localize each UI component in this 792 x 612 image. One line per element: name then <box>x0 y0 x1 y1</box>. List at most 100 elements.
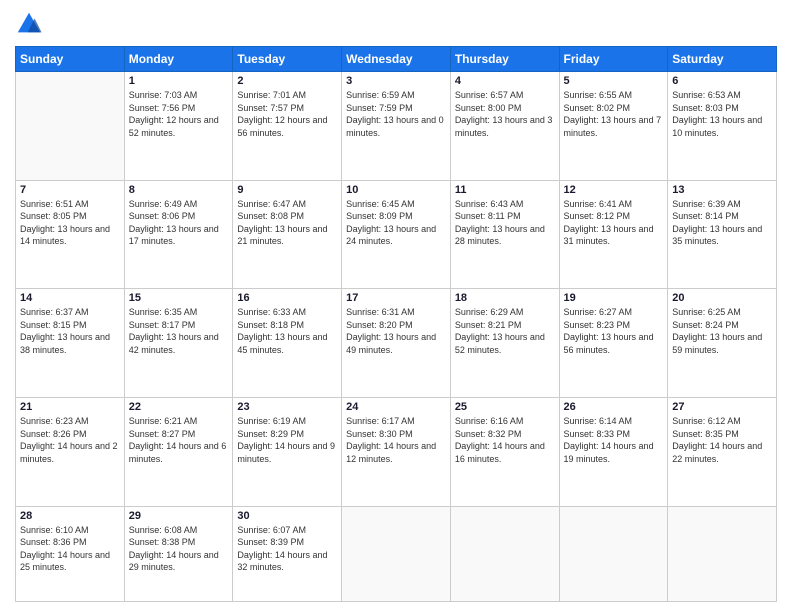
sunset-text: Sunset: 8:30 PM <box>346 429 413 439</box>
calendar-week-4: 21 Sunrise: 6:23 AMSunset: 8:26 PMDayligh… <box>16 397 777 506</box>
day-number: 17 <box>346 292 446 304</box>
sunset-text: Sunset: 8:33 PM <box>564 429 631 439</box>
sunrise-text: Sunrise: 6:45 AM <box>346 199 415 209</box>
sunrise-text: Sunrise: 6:07 AM <box>237 525 306 535</box>
cell-content: Sunrise: 6:10 AMSunset: 8:36 PMDaylight:… <box>20 524 120 574</box>
cell-content: Sunrise: 6:25 AMSunset: 8:24 PMDaylight:… <box>672 306 772 356</box>
sunset-text: Sunset: 8:09 PM <box>346 211 413 221</box>
sunset-text: Sunset: 8:32 PM <box>455 429 522 439</box>
sunrise-text: Sunrise: 6:57 AM <box>455 90 524 100</box>
sunset-text: Sunset: 8:08 PM <box>237 211 304 221</box>
sunset-text: Sunset: 8:24 PM <box>672 320 739 330</box>
day-header-saturday: Saturday <box>668 47 777 72</box>
sunset-text: Sunset: 8:29 PM <box>237 429 304 439</box>
daylight-text: Daylight: 13 hours and 14 minutes. <box>20 224 110 247</box>
calendar-week-2: 7Sunrise: 6:51 AMSunset: 8:05 PMDaylight… <box>16 180 777 289</box>
day-header-wednesday: Wednesday <box>342 47 451 72</box>
day-number: 20 <box>672 292 772 304</box>
day-number: 14 <box>20 292 120 304</box>
sunrise-text: Sunrise: 6:27 AM <box>564 307 633 317</box>
cell-content: Sunrise: 6:47 AMSunset: 8:08 PMDaylight:… <box>237 198 337 248</box>
header <box>15 10 777 38</box>
day-number: 25 <box>455 401 555 413</box>
cell-content: Sunrise: 6:59 AMSunset: 7:59 PMDaylight:… <box>346 89 446 139</box>
cell-content: Sunrise: 6:29 AMSunset: 8:21 PMDaylight:… <box>455 306 555 356</box>
daylight-text: Daylight: 14 hours and 16 minutes. <box>455 441 545 464</box>
sunrise-text: Sunrise: 6:16 AM <box>455 416 524 426</box>
cell-content: Sunrise: 6:23 AMSunset: 8:26 PMDaylight:… <box>20 415 120 465</box>
sunrise-text: Sunrise: 6:31 AM <box>346 307 415 317</box>
cell-content: Sunrise: 6:53 AMSunset: 8:03 PMDaylight:… <box>672 89 772 139</box>
day-number: 18 <box>455 292 555 304</box>
daylight-text: Daylight: 13 hours and 42 minutes. <box>129 332 219 355</box>
sunset-text: Sunset: 8:12 PM <box>564 211 631 221</box>
daylight-text: Daylight: 14 hours and 6 minutes. <box>129 441 227 464</box>
sunset-text: Sunset: 8:39 PM <box>237 537 304 547</box>
calendar-cell: 1Sunrise: 7:03 AMSunset: 7:56 PMDaylight… <box>124 72 233 181</box>
calendar-cell: 13Sunrise: 6:39 AMSunset: 8:14 PMDayligh… <box>668 180 777 289</box>
day-number: 21 <box>20 401 120 413</box>
sunset-text: Sunset: 8:02 PM <box>564 103 631 113</box>
calendar-cell: 3 Sunrise: 6:59 AMSunset: 7:59 PMDaylight… <box>342 72 451 181</box>
cell-content: Sunrise: 7:01 AMSunset: 7:57 PMDaylight:… <box>237 89 337 139</box>
day-header-tuesday: Tuesday <box>233 47 342 72</box>
cell-content: Sunrise: 6:55 AMSunset: 8:02 PMDaylight:… <box>564 89 664 139</box>
cell-content: Sunrise: 6:39 AMSunset: 8:14 PMDaylight:… <box>672 198 772 248</box>
cell-content: Sunrise: 6:31 AMSunset: 8:20 PMDaylight:… <box>346 306 446 356</box>
day-header-thursday: Thursday <box>450 47 559 72</box>
calendar-cell: 22Sunrise: 6:21 AMSunset: 8:27 PMDayligh… <box>124 397 233 506</box>
calendar-cell <box>450 506 559 601</box>
calendar-cell: 6Sunrise: 6:53 AMSunset: 8:03 PMDaylight… <box>668 72 777 181</box>
sunrise-text: Sunrise: 6:33 AM <box>237 307 306 317</box>
cell-content: Sunrise: 7:03 AMSunset: 7:56 PMDaylight:… <box>129 89 229 139</box>
day-number: 26 <box>564 401 664 413</box>
sunset-text: Sunset: 8:38 PM <box>129 537 196 547</box>
sunset-text: Sunset: 8:21 PM <box>455 320 522 330</box>
cell-content: Sunrise: 6:45 AM Sunset: 8:09 PM Daylight:… <box>346 198 446 248</box>
calendar-cell: 29Sunrise: 6:08 AMSunset: 8:38 PMDayligh… <box>124 506 233 601</box>
calendar-cell: 10Sunrise: 6:45 AMSunset: 8:09 PMDayligh… <box>342 180 451 289</box>
sunset-text: Sunset: 8:06 PM <box>129 211 196 221</box>
day-number: 7 <box>20 184 120 196</box>
sunset-text: Sunset: 8:23 PM <box>564 320 631 330</box>
logo-icon <box>15 10 43 38</box>
calendar-cell <box>668 506 777 601</box>
day-number: 11 <box>455 184 555 196</box>
calendar-cell: 12Sunrise: 6:41 AMSunset: 8:12 PMDayligh… <box>559 180 668 289</box>
sunrise-text: Sunrise: 6:08 AM <box>129 525 198 535</box>
sunrise-text: Sunrise: 6:21 AM <box>129 416 198 426</box>
sunset-text: Sunset: 8:18 PM <box>237 320 304 330</box>
sunset-text: Sunset: 8:20 PM <box>346 320 413 330</box>
cell-content: Sunrise: 6:35 AMSunset: 8:17 PMDaylight:… <box>129 306 229 356</box>
day-number: 3 <box>346 75 446 87</box>
daylight-text: Daylight: 14 hours and 32 minutes. <box>237 550 327 573</box>
sunset-text: Sunset: 8:35 PM <box>672 429 739 439</box>
calendar-week-3: 14 Sunrise: 6:37 AMSunset: 8:15 PMDayligh… <box>16 289 777 398</box>
calendar-cell: 5Sunrise: 6:55 AMSunset: 8:02 PMDaylight… <box>559 72 668 181</box>
sunrise-text: Sunrise: 6:39 AM <box>672 199 741 209</box>
cell-content: Sunrise: 6:33 AMSunset: 8:18 PMDaylight:… <box>237 306 337 356</box>
day-number: 23 <box>237 401 337 413</box>
calendar-cell: 16Sunrise: 6:33 AMSunset: 8:18 PMDayligh… <box>233 289 342 398</box>
cell-content: Sunrise: 6:07 AM Sunset: 8:39 PM Daylight:… <box>237 524 337 574</box>
calendar-cell: 14 Sunrise: 6:37 AMSunset: 8:15 PMDayligh… <box>16 289 125 398</box>
day-number: 24 <box>346 401 446 413</box>
calendar-cell: 23Sunrise: 6:19 AMSunset: 8:29 PMDayligh… <box>233 397 342 506</box>
sunrise-text: Sunrise: 7:01 AM <box>237 90 306 100</box>
calendar-cell: 7Sunrise: 6:51 AMSunset: 8:05 PMDaylight… <box>16 180 125 289</box>
daylight-text: Daylight: 14 hours and 22 minutes. <box>672 441 762 464</box>
daylight-text: Daylight: 14 hours and 25 minutes. <box>20 550 110 573</box>
daylight-text: Daylight: 13 hours and 31 minutes. <box>564 224 654 247</box>
daylight-text: Daylight: 13 hours and 24 minutes. <box>346 224 436 247</box>
sunrise-text: Sunrise: 6:55 AM <box>564 90 633 100</box>
daylight-text: Daylight: 12 hours and 56 minutes. <box>237 115 327 138</box>
cell-content: Sunrise: 6:37 AMSunset: 8:15 PMDaylight:… <box>20 306 120 356</box>
cell-content: Sunrise: 6:57 AMSunset: 8:00 PMDaylight:… <box>455 89 555 139</box>
calendar-week-5: 28Sunrise: 6:10 AMSunset: 8:36 PMDayligh… <box>16 506 777 601</box>
calendar-cell: 19Sunrise: 6:27 AMSunset: 8:23 PMDayligh… <box>559 289 668 398</box>
sunrise-text: Sunrise: 6:41 AM <box>564 199 633 209</box>
sunrise-text: Sunrise: 6:49 AM <box>129 199 198 209</box>
sunrise-text: Sunrise: 6:35 AM <box>129 307 198 317</box>
sunset-text: Sunset: 8:26 PM <box>20 429 87 439</box>
calendar-cell: 26Sunrise: 6:14 AMSunset: 8:33 PMDayligh… <box>559 397 668 506</box>
